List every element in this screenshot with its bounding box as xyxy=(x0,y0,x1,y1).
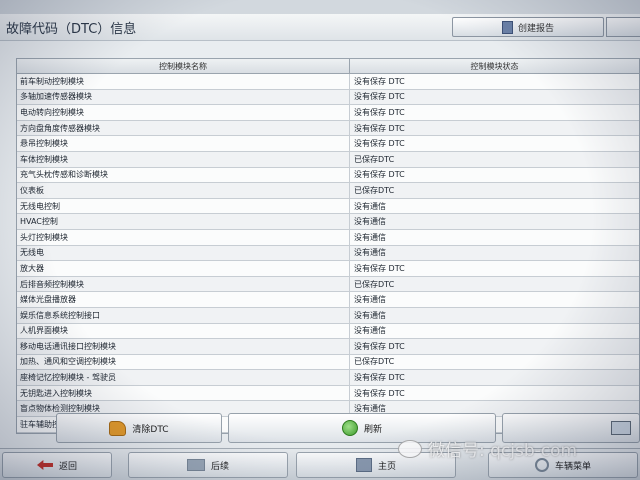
module-status-cell: 没有保存 DTC xyxy=(354,170,405,180)
table-row[interactable]: HVAC控制 没有通信 xyxy=(17,214,639,230)
refresh-icon xyxy=(341,420,358,436)
module-status-cell: 没有保存 DTC xyxy=(354,263,405,273)
create-report-button[interactable]: 创建报告 xyxy=(452,17,604,37)
page-title: 故障代码（DTC）信息 xyxy=(6,22,137,37)
table-row[interactable]: 加热、通风和空调控制模块 已保存DTC xyxy=(17,354,639,371)
column-header-module-status[interactable]: 控制模块状态 xyxy=(350,59,639,73)
module-status-cell: 已保存DTC xyxy=(354,154,395,164)
module-name-cell: 媒体光盘播放器 xyxy=(17,292,350,307)
table-row[interactable]: 无线电 没有通信 xyxy=(17,245,639,262)
table-row[interactable]: 人机界面模块 没有通信 xyxy=(17,323,639,340)
module-status-cell: 没有保存 DTC xyxy=(354,373,405,383)
module-name-cell: 充气头枕传感和诊断模块 xyxy=(17,167,350,183)
home-icon xyxy=(355,458,372,472)
module-status-cell: 已保存DTC xyxy=(354,279,395,289)
module-status-cell: 没有保存 DTC xyxy=(354,388,405,398)
module-name-cell: 方向盘角度传感器模块 xyxy=(17,120,350,136)
module-status-cell: 没有通信 xyxy=(354,201,386,211)
create-report-label: 创建报告 xyxy=(517,23,554,34)
monitor-icon xyxy=(611,421,631,435)
module-name-cell: 无钥匙进入控制模块 xyxy=(17,385,350,401)
back-arrow-icon xyxy=(36,460,53,470)
module-name-cell: 无线电 xyxy=(17,245,350,261)
clear-dtc-button[interactable]: 清除DTC xyxy=(56,413,222,443)
next-label: 后续 xyxy=(210,461,229,472)
module-name-cell: 后排音频控制模块 xyxy=(17,276,350,292)
module-name-cell: 无线电控制 xyxy=(17,198,350,214)
table-row[interactable]: 前车制动控制模块 没有保存 DTC xyxy=(17,74,639,90)
module-name-cell: 头灯控制模块 xyxy=(17,229,350,245)
module-status-cell: 没有通信 xyxy=(354,217,386,227)
table-row[interactable]: 方向盘角度传感器模块 没有保存 DTC xyxy=(17,120,639,137)
module-status-cell: 没有通信 xyxy=(354,310,386,320)
table-row[interactable]: 媒体光盘播放器 没有通信 xyxy=(17,292,639,308)
table-row[interactable]: 座椅记忆控制模块 - 驾驶员 没有保存 DTC xyxy=(17,370,639,386)
module-name-cell: 移动电话通讯接口控制模块 xyxy=(17,339,350,354)
column-header-module-name[interactable]: 控制模块名称 xyxy=(17,59,350,73)
table-body: 前车制动控制模块 没有保存 DTC 多轴加速传感器模块 没有保存 DTC 电动转向控制模… xyxy=(17,74,639,433)
table-row[interactable]: 移动电话通讯接口控制模块 没有保存 DTC xyxy=(17,339,639,355)
table-row[interactable]: 放大器 没有保存 DTC xyxy=(17,261,639,277)
module-name-cell: 电动转向控制模块 xyxy=(17,105,350,120)
module-name-cell: 多轴加速传感器模块 xyxy=(17,89,350,105)
module-status-cell: 没有通信 xyxy=(354,232,386,242)
table-row[interactable]: 仪表板 已保存DTC xyxy=(17,183,639,199)
module-name-cell: 仪表板 xyxy=(17,183,350,198)
module-status-cell: 没有通信 xyxy=(354,248,386,258)
module-status-cell: 已保存DTC xyxy=(354,185,395,195)
table-row[interactable]: 多轴加速传感器模块 没有保存 DTC xyxy=(17,89,639,106)
table-row[interactable]: 悬吊控制模块 没有保存 DTC xyxy=(17,136,639,152)
module-name-cell: 座椅记忆控制模块 - 驾驶员 xyxy=(17,370,350,385)
home-label: 主页 xyxy=(377,461,396,472)
refresh-label: 刷新 xyxy=(363,424,382,435)
watermark-text: 微信号: qcjsb-com xyxy=(428,441,578,461)
module-status-cell: 没有保存 DTC xyxy=(354,123,405,133)
module-name-cell: 车体控制模块 xyxy=(17,151,350,167)
module-status-cell: 没有保存 DTC xyxy=(354,341,405,351)
module-name-cell: 加热、通风和空调控制模块 xyxy=(17,354,350,370)
back-button[interactable]: 返回 xyxy=(2,452,112,478)
table-row[interactable]: 电动转向控制模块 没有保存 DTC xyxy=(17,105,639,121)
report-icon xyxy=(501,20,513,34)
title-bar: 故障代码（DTC）信息 创建报告 xyxy=(0,14,640,41)
table-row[interactable]: 充气头枕传感和诊断模块 没有保存 DTC xyxy=(17,167,639,184)
table-row[interactable]: 车体控制模块 已保存DTC xyxy=(17,151,639,168)
module-name-cell: 前车制动控制模块 xyxy=(17,74,350,89)
table-row[interactable]: 头灯控制模块 没有通信 xyxy=(17,229,639,246)
clear-dtc-label: 清除DTC xyxy=(132,424,169,435)
module-status-cell: 没有通信 xyxy=(354,295,386,305)
eraser-icon xyxy=(109,420,127,436)
module-status-cell: 已保存DTC xyxy=(354,357,395,367)
table-row[interactable]: 无钥匙进入控制模块 没有保存 DTC xyxy=(17,385,639,402)
module-status-cell: 没有保存 DTC xyxy=(354,92,405,102)
table-row[interactable]: 娱乐信息系统控制接口 没有通信 xyxy=(17,307,639,324)
module-name-cell: HVAC控制 xyxy=(17,214,350,229)
module-name-cell: 放大器 xyxy=(17,261,350,276)
wechat-icon xyxy=(398,439,422,458)
module-status-cell: 没有保存 DTC xyxy=(354,76,405,86)
next-icon xyxy=(186,459,205,471)
window-top-edge xyxy=(0,0,640,14)
module-status-cell: 没有保存 DTC xyxy=(354,139,405,149)
module-status-cell: 没有保存 DTC xyxy=(354,107,405,117)
module-table: 控制模块名称 控制模块状态 前车制动控制模块 没有保存 DTC 多轴加速传感器模块没… xyxy=(16,58,640,434)
module-name-cell: 人机界面模块 xyxy=(17,323,350,339)
module-status-cell: 没有通信 xyxy=(354,326,386,336)
corner-button[interactable] xyxy=(606,17,640,37)
table-header: 控制模块名称 控制模块状态 xyxy=(17,59,639,74)
module-name-cell: 悬吊控制模块 xyxy=(17,136,350,151)
module-name-cell: 娱乐信息系统控制接口 xyxy=(17,307,350,323)
dtc-screen: 故障代码（DTC）信息 创建报告 控制模块名称 控制模块状态 前车制动控制模块没… xyxy=(0,0,640,480)
back-label: 返回 xyxy=(58,461,77,472)
table-row[interactable]: 后排音频控制模块 已保存DTC xyxy=(17,276,639,293)
table-row[interactable]: 无线电控制 没有通信 xyxy=(17,198,639,215)
wechat-watermark: 微信号: qcjsb-com xyxy=(398,436,577,461)
next-button[interactable]: 后续 xyxy=(128,452,288,478)
